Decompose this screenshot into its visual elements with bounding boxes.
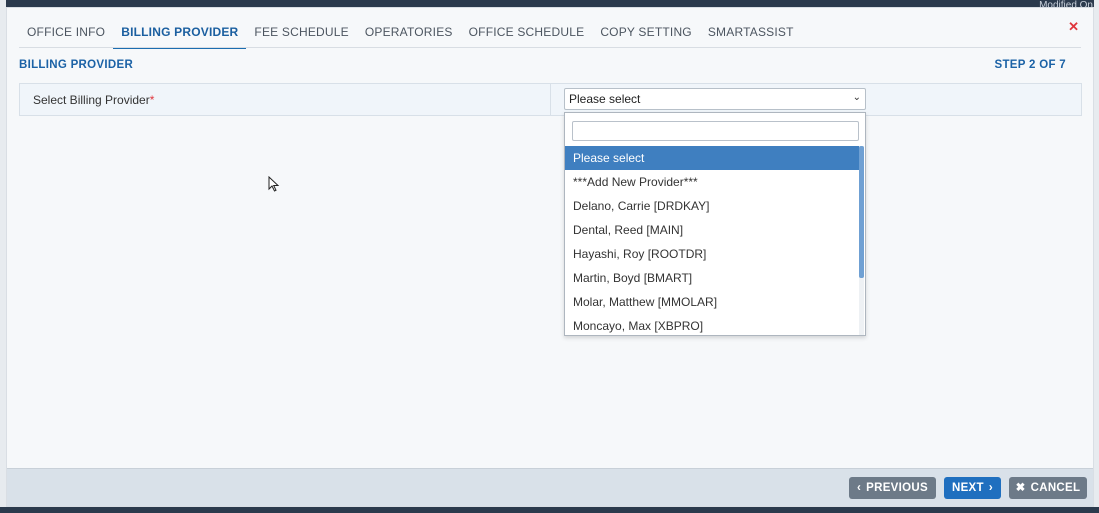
chevron-left-icon: ‹ (857, 482, 862, 494)
tab-copy-setting[interactable]: COPY SETTING (592, 21, 700, 47)
billing-provider-select[interactable]: Please select ⌄ (564, 88, 866, 110)
dropdown-option[interactable]: Molar, Matthew [MMOLAR] (565, 290, 859, 314)
close-icon: ✖ (1015, 482, 1026, 494)
mouse-cursor-icon (268, 176, 280, 192)
tab-billing-provider[interactable]: BILLING PROVIDER (113, 21, 247, 49)
wizard-tabs: OFFICE INFO BILLING PROVIDER FEE SCHEDULE O… (19, 21, 802, 49)
billing-provider-row: Select Billing Provider* (19, 83, 1082, 116)
wizard-footer: ‹ PREVIOUS NEXT › ✖ CANCEL (7, 468, 1093, 506)
dropdown-option[interactable]: Delano, Carrie [DRDKAY] (565, 194, 859, 218)
chevron-down-icon: ⌄ (852, 92, 861, 103)
dropdown-option[interactable]: Dental, Reed [MAIN] (565, 218, 859, 242)
provider-dropdown: Please select ***Add New Provider*** Delan… (564, 112, 866, 336)
tab-office-info[interactable]: OFFICE INFO (19, 21, 113, 47)
cancel-button[interactable]: ✖ CANCEL (1009, 477, 1087, 499)
dropdown-option[interactable]: Please select (565, 146, 859, 170)
chevron-right-icon: › (988, 482, 993, 494)
dropdown-search-input[interactable] (572, 121, 859, 141)
row-divider (550, 84, 551, 115)
next-button[interactable]: NEXT › (944, 477, 1001, 499)
billing-provider-label: Select Billing Provider* (33, 93, 155, 107)
dropdown-option[interactable]: Martin, Boyd [BMART] (565, 266, 859, 290)
tab-operatories[interactable]: OPERATORIES (357, 21, 461, 47)
tabs-divider (19, 47, 1081, 48)
close-icon[interactable]: ✕ (1068, 20, 1079, 33)
tab-fee-schedule[interactable]: FEE SCHEDULE (246, 21, 356, 47)
background-right-edge (1094, 0, 1099, 513)
section-title: BILLING PROVIDER (19, 59, 134, 71)
dropdown-scrollbar-thumb[interactable] (859, 146, 864, 278)
dropdown-option[interactable]: Moncayo, Max [XBPRO] (565, 314, 859, 335)
step-indicator: STEP 2 OF 7 (994, 59, 1066, 71)
dropdown-option[interactable]: Hayashi, Roy [ROOTDR] (565, 242, 859, 266)
option-list: Please select ***Add New Provider*** Delan… (565, 146, 859, 335)
dropdown-option[interactable]: ***Add New Provider*** (565, 170, 859, 194)
tab-office-schedule[interactable]: OFFICE SCHEDULE (461, 21, 593, 47)
background-app-header (0, 0, 1099, 7)
previous-button[interactable]: ‹ PREVIOUS (849, 477, 936, 499)
tab-smartassist[interactable]: SMARTASSIST (700, 21, 802, 47)
required-marker: * (149, 93, 155, 107)
setup-wizard-modal: ✕ OFFICE INFO BILLING PROVIDER FEE SCHEDUL… (6, 7, 1094, 507)
select-value: Please select (569, 92, 641, 106)
background-bottom-edge (0, 507, 1099, 513)
